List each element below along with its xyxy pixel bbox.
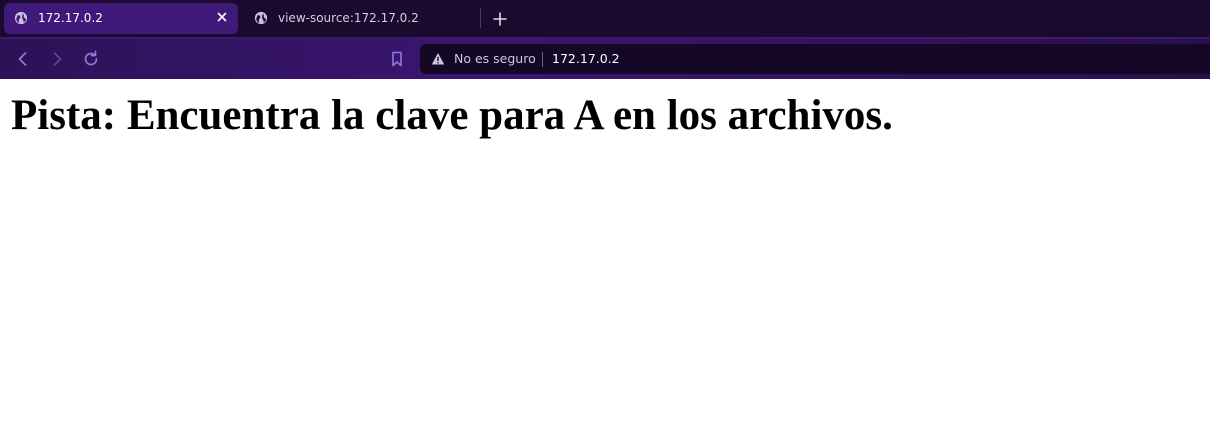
reload-button[interactable] xyxy=(81,49,101,69)
tab-active[interactable]: 172.17.0.2 xyxy=(4,3,238,34)
tab-inactive[interactable]: view-source:172.17.0.2 xyxy=(244,3,474,34)
address-divider xyxy=(542,52,543,67)
tab-separator xyxy=(480,8,481,28)
plus-icon xyxy=(493,12,507,26)
bookmark-icon xyxy=(392,51,402,67)
page-heading: Pista: Encuentra la clave para A en los … xyxy=(11,92,893,139)
close-tab-button[interactable] xyxy=(214,9,230,25)
new-tab-button[interactable] xyxy=(490,9,510,29)
globe-icon xyxy=(254,11,268,25)
security-status[interactable]: No es seguro xyxy=(454,51,536,67)
chevron-left-icon xyxy=(18,52,27,66)
forward-button[interactable] xyxy=(47,49,67,69)
page-content: Pista: Encuentra la clave para A en los … xyxy=(0,79,1210,422)
url-text[interactable]: 172.17.0.2 xyxy=(552,51,620,67)
bookmark-button[interactable] xyxy=(387,49,407,69)
tab-title: view-source:172.17.0.2 xyxy=(278,11,419,25)
close-icon xyxy=(217,12,227,22)
navigation-bar: No es seguro 172.17.0.2 xyxy=(0,37,1210,79)
globe-icon xyxy=(14,11,28,25)
warning-icon[interactable] xyxy=(431,52,445,66)
back-button[interactable] xyxy=(13,49,33,69)
chevron-right-icon xyxy=(53,52,62,66)
address-bar[interactable]: No es seguro 172.17.0.2 xyxy=(420,44,1210,74)
tab-title: 172.17.0.2 xyxy=(38,11,103,25)
tab-bar: 172.17.0.2 view-source:172.17.0.2 xyxy=(0,0,1210,37)
reload-icon xyxy=(84,50,98,66)
